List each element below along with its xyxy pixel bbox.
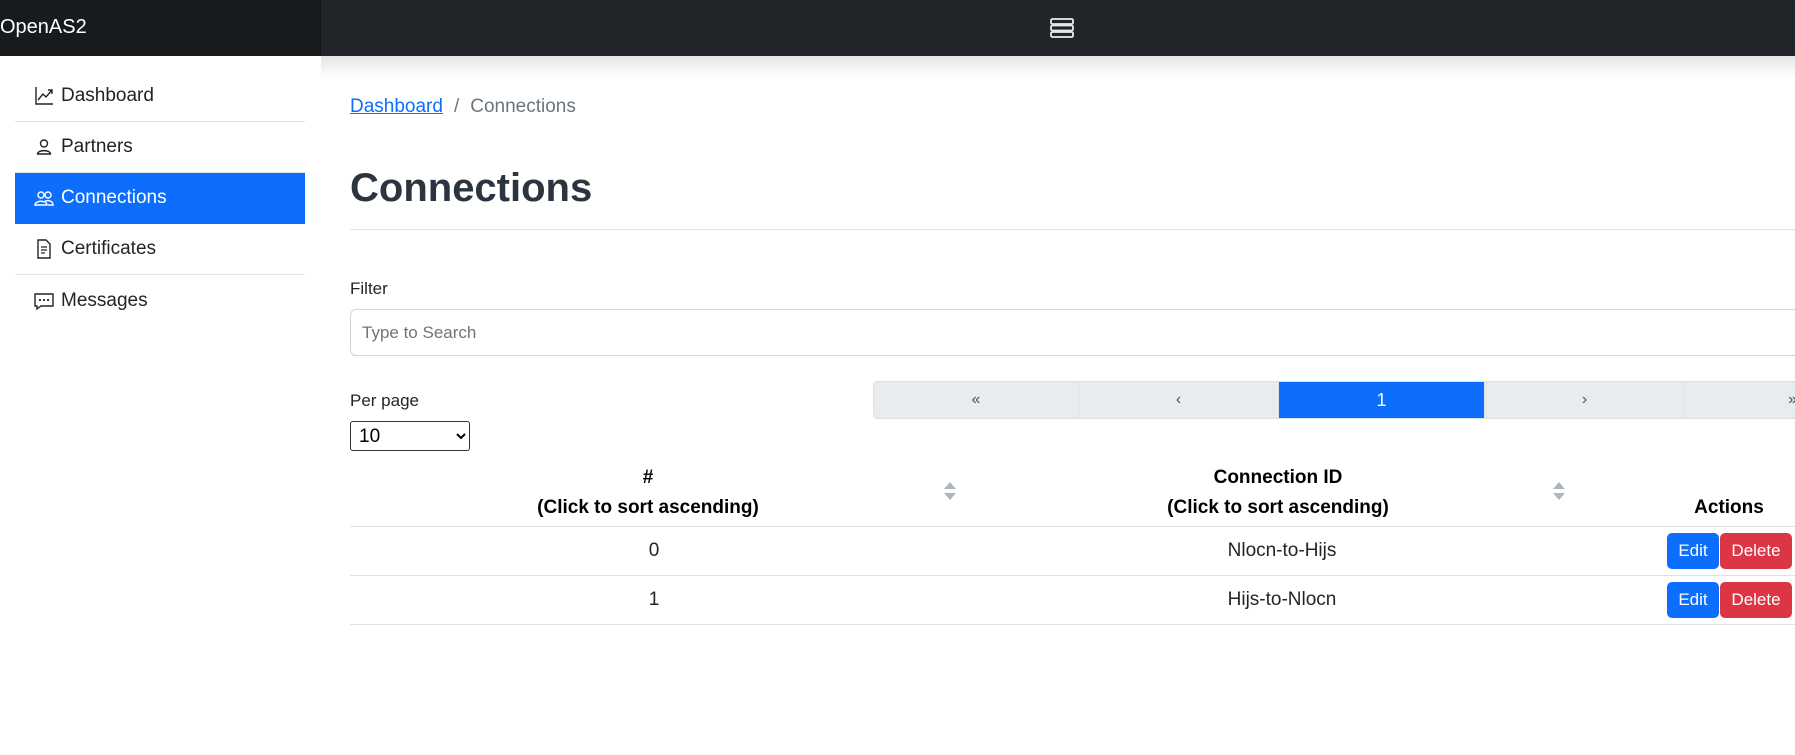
connections-table: # (Click to sort ascending) Connection I…	[350, 455, 1795, 625]
sidebar-item-label: Certificates	[61, 238, 157, 259]
sidebar-item-certificates[interactable]: Certificates	[15, 224, 305, 275]
column-header-sort-hint: (Click to sort ascending)	[537, 497, 759, 518]
column-header-index[interactable]: # (Click to sort ascending)	[350, 463, 946, 523]
row-index: 1	[648, 589, 660, 610]
sidebar-item-label: Messages	[61, 289, 148, 311]
breadcrumb-current: Connections	[470, 96, 576, 117]
table-row: 0 Nlocn-to-Hijs Edit Delete	[350, 527, 1795, 576]
table-row: 1 Hijs-to-Nlocn Edit Delete	[350, 576, 1795, 625]
delete-button[interactable]: Delete	[1720, 533, 1792, 569]
row-connection-id: Nlocn-to-Hijs	[1227, 540, 1337, 561]
column-header-connection-id[interactable]: Connection ID (Click to sort ascending)	[982, 463, 1574, 523]
sidebar-item-dashboard[interactable]: Dashboard	[15, 71, 305, 122]
breadcrumb: Dashboard / Connections	[350, 94, 576, 120]
filter-label: Filter	[350, 279, 388, 298]
file-text-icon	[33, 238, 55, 260]
column-header-actions-label: Actions	[1694, 497, 1764, 518]
column-header-actions: Actions	[1640, 463, 1795, 523]
column-header-label: Connection ID	[1213, 467, 1343, 488]
graph-up-icon	[33, 85, 55, 107]
sidebar-item-label: Partners	[61, 136, 133, 157]
breadcrumb-separator: /	[453, 96, 460, 117]
chat-dots-icon	[33, 290, 55, 312]
person-icon	[33, 136, 55, 158]
navbar-shadow	[321, 56, 1795, 78]
next-page-button[interactable]: ›	[1485, 382, 1685, 418]
column-header-label	[1640, 463, 1795, 493]
sort-icon[interactable]	[1552, 480, 1566, 502]
navbar-toggler-icon[interactable]	[1048, 15, 1076, 41]
column-header-sort-hint: (Click to sort ascending)	[1167, 497, 1389, 518]
sidebar-item-label: Connections	[61, 187, 167, 208]
page-1-button[interactable]: 1	[1279, 382, 1485, 418]
sort-icon[interactable]	[943, 480, 957, 502]
people-icon	[33, 187, 55, 209]
sidebar-item-messages[interactable]: Messages	[15, 275, 305, 326]
last-page-button[interactable]: »	[1685, 382, 1795, 418]
sidebar-item-partners[interactable]: Partners	[15, 122, 305, 173]
edit-button[interactable]: Edit	[1667, 582, 1719, 618]
prev-page-button[interactable]: ‹	[1079, 382, 1279, 418]
breadcrumb-dashboard-link[interactable]: Dashboard	[350, 96, 443, 117]
top-navbar: OpenAS2	[0, 0, 1795, 56]
column-header-label: #	[642, 467, 654, 488]
per-page-label: Per page	[350, 391, 419, 410]
sidebar-nav: Dashboard Partners Connections Certifica…	[15, 71, 305, 326]
title-divider	[350, 229, 1795, 230]
sidebar-item-label: Dashboard	[61, 85, 154, 106]
first-page-button[interactable]: «	[874, 382, 1079, 418]
brand-area: OpenAS2	[0, 0, 321, 56]
page-title: Connections	[350, 166, 593, 210]
sidebar-item-connections[interactable]: Connections	[15, 173, 305, 224]
row-index: 0	[648, 540, 660, 561]
brand-logo[interactable]: OpenAS2	[0, 15, 87, 39]
row-connection-id: Hijs-to-Nlocn	[1227, 589, 1337, 610]
per-page-select[interactable]: 10	[350, 421, 470, 451]
table-header: # (Click to sort ascending) Connection I…	[350, 455, 1795, 527]
pagination: « ‹ 1 › »	[873, 381, 1795, 419]
delete-button[interactable]: Delete	[1720, 582, 1792, 618]
filter-search-input[interactable]	[350, 309, 1795, 356]
edit-button[interactable]: Edit	[1667, 533, 1719, 569]
